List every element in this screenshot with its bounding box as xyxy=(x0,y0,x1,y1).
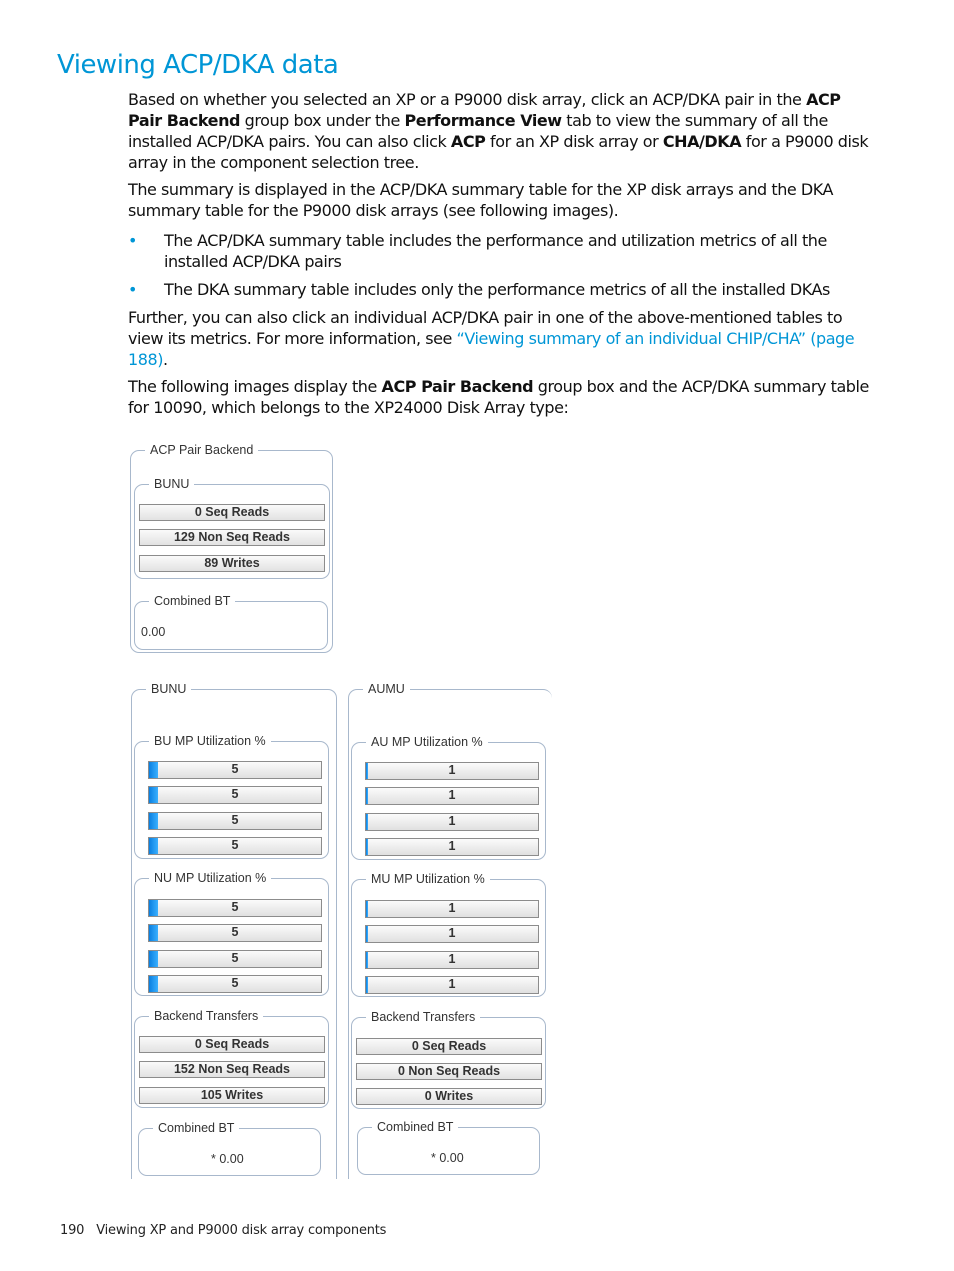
group-title: BUNU xyxy=(146,681,192,697)
utilization-value: 1 xyxy=(448,951,456,966)
bu-utilization-bar: 5 xyxy=(148,761,322,779)
text: group box under the xyxy=(240,111,405,130)
utilization-value: 1 xyxy=(448,838,456,853)
non-seq-reads-field: 129 Non Seq Reads xyxy=(139,529,325,546)
text: for an XP disk array or xyxy=(485,132,663,151)
mu-utilization-bar: 1 xyxy=(365,975,539,994)
group-title: ACP Pair Backend xyxy=(145,442,259,458)
page-title: Viewing ACP/DKA data xyxy=(57,50,339,80)
utilization-fill xyxy=(366,788,368,805)
paragraph-further: Further, you can also click an individua… xyxy=(128,307,873,370)
au-utilization-bar: 1 xyxy=(365,762,539,780)
utilization-fill xyxy=(149,812,158,829)
utilization-fill xyxy=(149,837,158,854)
seq-reads-field: 0 Seq Reads xyxy=(356,1038,542,1055)
utilization-value: 5 xyxy=(231,950,239,965)
bu-utilization-bar: 5 xyxy=(148,811,322,830)
page-footer: 190 Viewing XP and P9000 disk array compo… xyxy=(60,1223,386,1238)
group-title: Backend Transfers xyxy=(149,1008,264,1024)
combined-bt-value: * 0.00 xyxy=(431,1151,464,1165)
non-seq-reads-field: 0 Non Seq Reads xyxy=(356,1063,542,1080)
utilization-value: 1 xyxy=(448,926,456,941)
paragraph-intro: Based on whether you selected an XP or a… xyxy=(128,89,873,173)
text: . xyxy=(162,350,168,369)
paragraph-following: The following images display the ACP Pai… xyxy=(128,376,873,418)
group-title: BU MP Utilization % xyxy=(149,733,271,749)
bullet-text: The DKA summary table includes only the … xyxy=(164,280,830,299)
utilization-fill xyxy=(149,975,158,992)
combined-bt-value: * 0.00 xyxy=(211,1152,244,1166)
utilization-fill xyxy=(149,762,158,778)
mu-utilization-bar: 1 xyxy=(365,900,539,918)
utilization-value: 1 xyxy=(448,901,456,915)
utilization-fill xyxy=(366,813,368,830)
writes-field: 0 Writes xyxy=(356,1088,542,1105)
nu-utilization-bar: 5 xyxy=(148,924,322,943)
nu-utilization-bar: 5 xyxy=(148,899,322,917)
bold-term: ACP xyxy=(450,132,486,151)
utilization-value: 5 xyxy=(231,812,239,827)
paragraph-summary: The summary is displayed in the ACP/DKA … xyxy=(128,180,834,220)
utilization-fill xyxy=(149,900,158,916)
combined-bt-value: 0.00 xyxy=(141,625,166,639)
page-number: 190 xyxy=(60,1223,85,1238)
utilization-fill xyxy=(366,901,368,917)
mu-utilization-bar: 1 xyxy=(365,925,539,944)
writes-field: 105 Writes xyxy=(139,1087,325,1104)
group-title: BUNU xyxy=(149,476,195,492)
au-utilization-bar: 1 xyxy=(365,787,539,806)
non-seq-reads-field: 152 Non Seq Reads xyxy=(139,1061,325,1078)
writes-field: 89 Writes xyxy=(139,555,325,572)
nu-utilization-bar: 5 xyxy=(148,949,322,968)
utilization-value: 5 xyxy=(231,762,239,776)
group-title: MU MP Utilization % xyxy=(366,871,490,887)
utilization-fill xyxy=(149,950,158,967)
group-title: Combined BT xyxy=(149,593,236,609)
bullet-icon: • xyxy=(128,231,137,250)
text: Based on whether you selected an XP or a… xyxy=(128,90,807,109)
utilization-value: 5 xyxy=(231,975,239,990)
utilization-fill xyxy=(149,925,158,942)
utilization-value: 1 xyxy=(448,976,456,991)
au-utilization-bar: 1 xyxy=(365,812,539,831)
text: The following images display the xyxy=(128,377,382,396)
seq-reads-field: 0 Seq Reads xyxy=(139,1036,325,1053)
utilization-fill xyxy=(366,951,368,968)
bold-term: Performance View xyxy=(404,111,563,130)
footer-section-title: Viewing XP and P9000 disk array componen… xyxy=(96,1223,387,1238)
group-title: Backend Transfers xyxy=(366,1009,481,1025)
bold-term: CHA/DKA xyxy=(662,132,742,151)
bullet-icon: • xyxy=(128,280,137,299)
group-title: AU MP Utilization % xyxy=(366,734,488,750)
utilization-fill xyxy=(366,838,368,855)
utilization-fill xyxy=(149,787,158,804)
group-title: NU MP Utilization % xyxy=(149,870,272,886)
utilization-value: 5 xyxy=(231,900,239,914)
utilization-value: 5 xyxy=(231,925,239,940)
bu-utilization-bar: 5 xyxy=(148,786,322,805)
bold-term: ACP Pair Backend xyxy=(381,377,534,396)
mu-utilization-bar: 1 xyxy=(365,950,539,969)
group-title: Combined BT xyxy=(372,1119,459,1135)
group-title: Combined BT xyxy=(153,1120,240,1136)
utilization-fill xyxy=(366,976,368,993)
utilization-fill xyxy=(366,926,368,943)
seq-reads-field: 0 Seq Reads xyxy=(139,504,325,521)
utilization-fill xyxy=(366,763,368,779)
utilization-value: 5 xyxy=(231,837,239,852)
bu-utilization-bar: 5 xyxy=(148,836,322,855)
utilization-value: 5 xyxy=(231,787,239,802)
nu-utilization-bar: 5 xyxy=(148,974,322,993)
utilization-value: 1 xyxy=(448,813,456,828)
bullet-text: The ACP/DKA summary table includes the p… xyxy=(164,231,827,271)
au-utilization-bar: 1 xyxy=(365,837,539,856)
utilization-value: 1 xyxy=(448,763,456,777)
group-title: AUMU xyxy=(363,681,410,697)
utilization-value: 1 xyxy=(448,788,456,803)
